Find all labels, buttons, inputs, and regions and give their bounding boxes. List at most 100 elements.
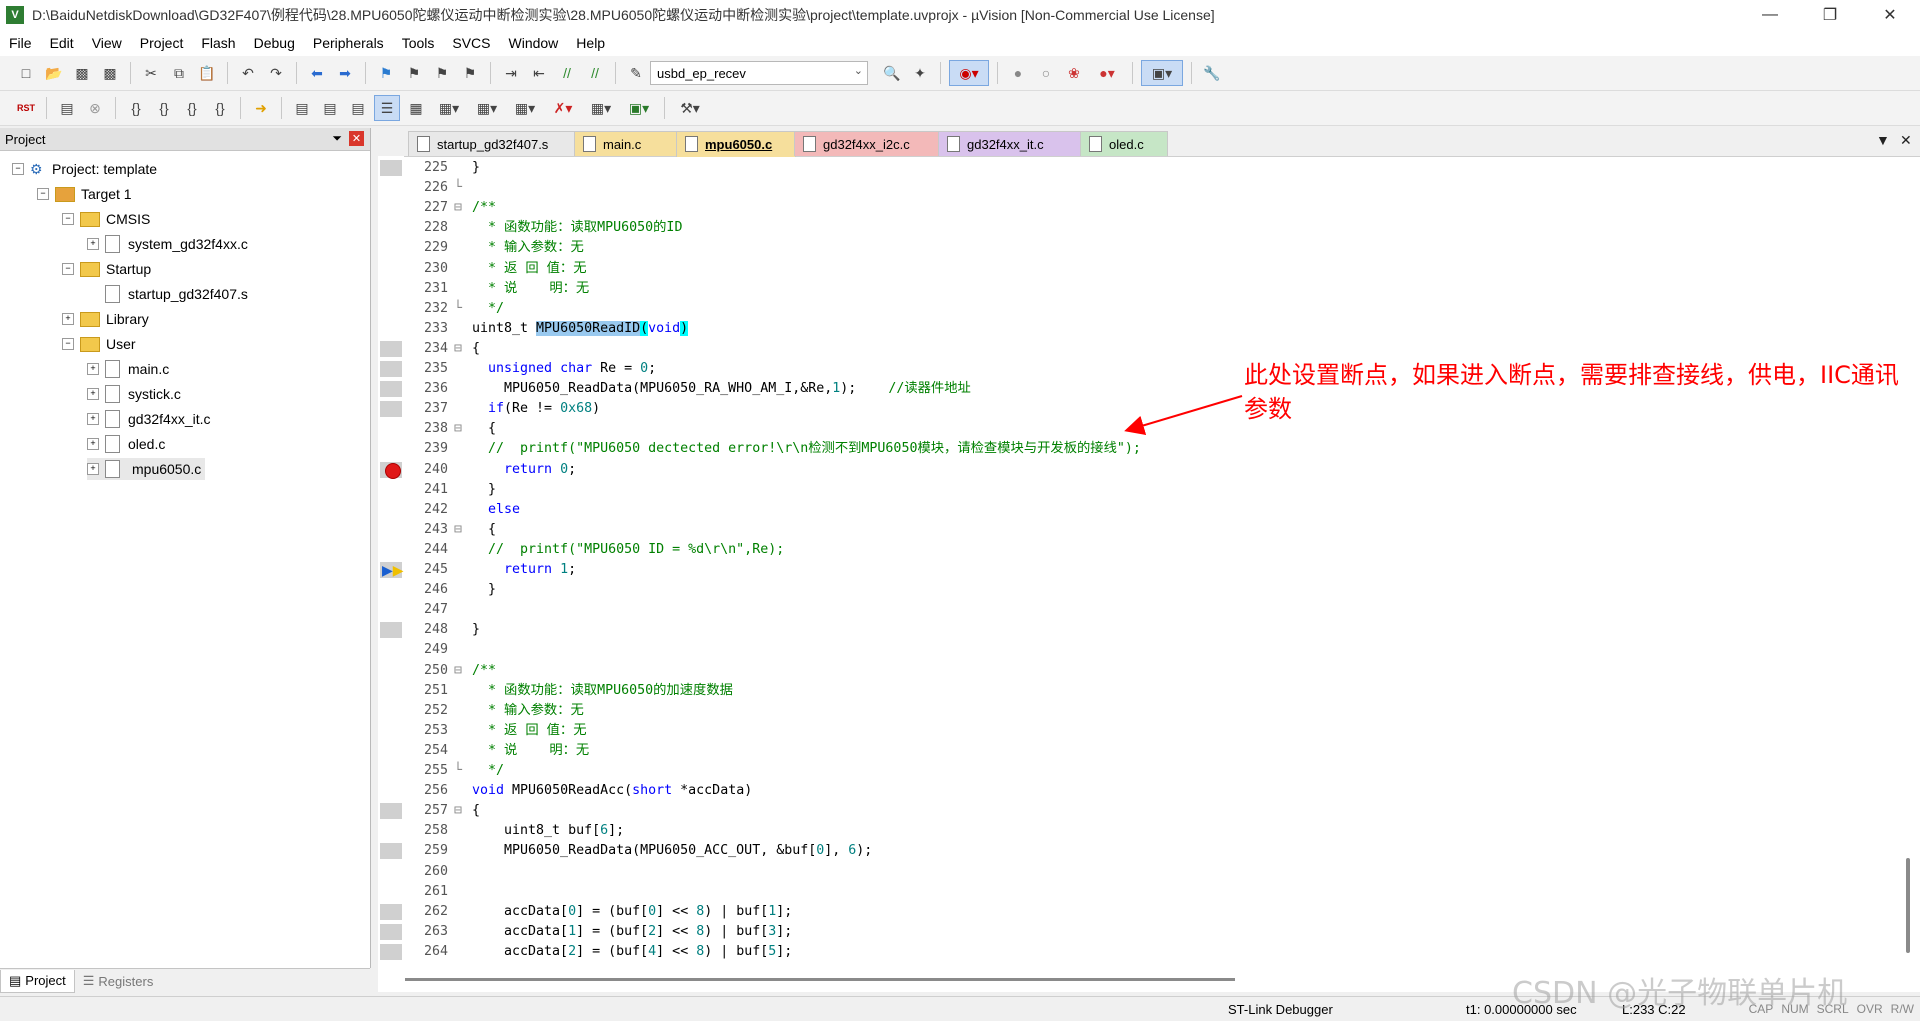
code-line[interactable]: 244 // printf("MPU6050 ID = %d\r\n",Re); [404, 540, 784, 560]
configure-icon[interactable]: 🔧 [1200, 61, 1224, 85]
menu-edit[interactable]: Edit [41, 35, 83, 51]
executable-line-marker[interactable] [380, 843, 402, 860]
code-line[interactable]: 260 [404, 862, 472, 882]
code-line[interactable]: 239 // printf("MPU6050 dectected error!\… [404, 439, 1141, 459]
executable-line-marker[interactable] [380, 803, 402, 820]
collapse-icon[interactable]: − [62, 338, 74, 350]
save-all-icon[interactable]: ▩ [98, 61, 122, 85]
analysis-window-icon[interactable]: ✗▾ [546, 96, 580, 120]
expand-icon[interactable]: + [87, 238, 99, 250]
run-to-cursor-icon[interactable]: {} [208, 96, 232, 120]
close-tab-icon[interactable]: ✕ [1900, 132, 1912, 149]
paste-icon[interactable]: 📋 [195, 61, 219, 85]
executable-line-marker[interactable] [380, 943, 402, 960]
horizontal-scrollbar[interactable] [405, 978, 1235, 981]
tree-item[interactable]: startup_gd32f407.s [87, 283, 248, 305]
tree-item[interactable]: − User [62, 333, 136, 355]
expand-icon[interactable]: + [87, 363, 99, 375]
collapse-icon[interactable]: − [62, 213, 74, 225]
code-line[interactable]: 232 └ */ [404, 299, 504, 319]
breakpoint-icon[interactable] [385, 462, 401, 479]
uncomment-icon[interactable]: // [583, 61, 607, 85]
find-combo[interactable]: usbd_ep_recev ⌄ [650, 61, 868, 85]
disassembly-window-icon[interactable]: ▤ [318, 96, 342, 120]
menu-tools[interactable]: Tools [393, 35, 444, 51]
code-line[interactable]: 262 accData[0] = (buf[0] << 8) | buf[1]; [404, 902, 792, 922]
code-line[interactable]: 250 ⊟ /** [404, 661, 496, 681]
code-line[interactable]: 264 accData[2] = (buf[4] << 8) | buf[5]; [404, 942, 792, 962]
comment-icon[interactable]: // [555, 61, 579, 85]
insert-breakpoint-icon[interactable]: ● [1006, 61, 1030, 85]
executable-line-marker[interactable] [380, 401, 402, 418]
close-button[interactable]: ✕ [1860, 0, 1920, 30]
executable-line-marker[interactable] [380, 361, 402, 377]
find-icon[interactable]: 🔍 [880, 61, 904, 85]
window-layout-icon[interactable]: ▣▾ [1141, 60, 1183, 86]
code-line[interactable]: 253 * 返 回 值：无 [404, 721, 587, 741]
tree-item[interactable]: − Target 1 [37, 183, 132, 205]
menu-flash[interactable]: Flash [192, 35, 244, 51]
executable-line-marker[interactable] [380, 923, 402, 940]
system-viewer-icon[interactable]: ▣▾ [622, 96, 656, 120]
undo-icon[interactable]: ↶ [236, 61, 260, 85]
indent-icon[interactable]: ⇥ [499, 61, 523, 85]
expand-icon[interactable]: + [87, 438, 99, 450]
menu-window[interactable]: Window [500, 35, 568, 51]
vertical-scrollbar[interactable] [1906, 858, 1910, 953]
tab-project[interactable]: ▤ Project [0, 969, 75, 993]
code-line[interactable]: 257 ⊟ { [404, 801, 480, 821]
watch-window-icon[interactable]: ▦▾ [432, 96, 466, 120]
code-line[interactable]: 228 * 函数功能：读取MPU6050的ID [404, 218, 682, 238]
stop-icon[interactable]: ⊗ [83, 96, 107, 120]
step-out-icon[interactable]: {} [180, 96, 204, 120]
save-icon[interactable]: ▩ [70, 61, 94, 85]
tree-item[interactable]: + systick.c [87, 383, 181, 405]
tree-item[interactable]: + Library [62, 308, 149, 330]
bookmark-icon[interactable]: ⚑ [374, 61, 398, 85]
copy-icon[interactable]: ⧉ [167, 61, 191, 85]
clear-bookmarks-icon[interactable]: ⚑ [458, 61, 482, 85]
collapse-icon[interactable]: − [37, 188, 49, 200]
enable-breakpoint-icon[interactable]: ○ [1034, 61, 1058, 85]
editor-tab[interactable]: main.c [574, 131, 678, 156]
code-line[interactable]: 248} [404, 620, 480, 640]
redo-icon[interactable]: ↷ [264, 61, 288, 85]
command-window-icon[interactable]: ▤ [290, 96, 314, 120]
tree-item[interactable]: + main.c [87, 358, 169, 380]
fold-toggle-icon[interactable]: ⊟ [454, 520, 466, 540]
new-file-icon[interactable]: □ [14, 61, 38, 85]
code-line[interactable]: 246 } [404, 580, 496, 600]
expand-icon[interactable]: + [87, 388, 99, 400]
fold-toggle-icon[interactable]: ⊟ [454, 419, 466, 439]
code-line[interactable]: 236 MPU6050_ReadData(MPU6050_RA_WHO_AM_I… [404, 379, 971, 399]
executable-line-marker[interactable] [380, 903, 402, 920]
memory-window-icon[interactable]: ▦▾ [470, 96, 504, 120]
code-line[interactable]: 254 * 说 明：无 [404, 741, 589, 761]
expand-icon[interactable]: + [87, 463, 99, 475]
tree-item[interactable]: + system_gd32f4xx.c [87, 233, 248, 255]
run-icon[interactable]: ▤ [55, 96, 79, 120]
code-line[interactable]: 245 return 1; [404, 560, 576, 580]
tree-item[interactable]: + gd32f4xx_it.c [87, 408, 211, 430]
menu-peripherals[interactable]: Peripherals [304, 35, 393, 51]
breakpoint-gutter[interactable]: ▶▶ [378, 156, 404, 976]
code-line[interactable]: 255 └ */ [404, 761, 504, 781]
executable-line-marker[interactable] [380, 160, 402, 176]
fold-toggle-icon[interactable]: ⊟ [454, 661, 466, 681]
code-line[interactable]: 242 else [404, 500, 520, 520]
code-line[interactable]: 233 uint8_t MPU6050ReadID(void) [404, 319, 689, 339]
code-line[interactable]: 258 uint8_t buf[6]; [404, 821, 624, 841]
tree-item[interactable]: − ⚙ Project: template [12, 158, 157, 180]
collapse-icon[interactable]: − [12, 163, 24, 175]
fold-toggle-icon[interactable]: ⊟ [454, 339, 466, 359]
code-line[interactable]: 225} [404, 158, 480, 178]
minimize-button[interactable]: — [1740, 0, 1800, 30]
call-stack-window-icon[interactable]: ▦ [404, 96, 428, 120]
code-line[interactable]: 235 unsigned char Re = 0; [404, 359, 656, 379]
disable-breakpoints-icon[interactable]: ❀ [1062, 61, 1086, 85]
editor-tab[interactable]: gd32f4xx_it.c [938, 131, 1082, 156]
editor-tab[interactable]: mpu6050.c [676, 131, 796, 157]
symbols-window-icon[interactable]: ▤ [346, 96, 370, 120]
restore-button[interactable]: ❐ [1800, 0, 1860, 30]
executable-line-marker[interactable] [380, 622, 402, 639]
